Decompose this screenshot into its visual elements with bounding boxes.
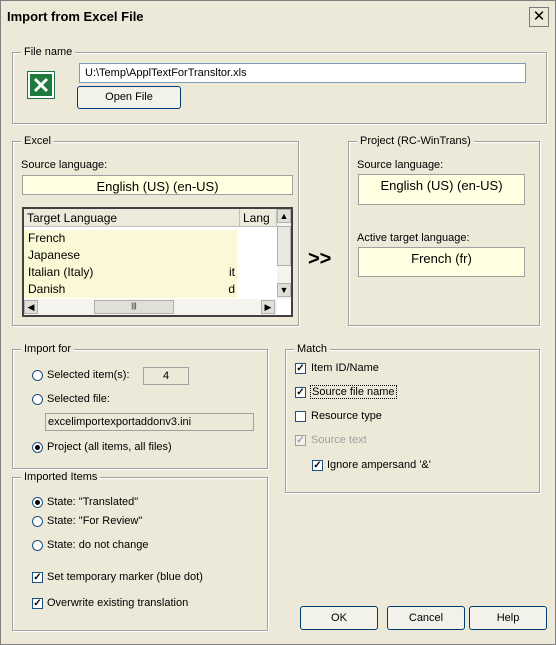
ignore-ampersand-label[interactable]: Ignore ampersand '&': [327, 459, 431, 471]
resource-type-checkbox[interactable]: [295, 411, 306, 422]
list-item[interactable]: French: [24, 230, 237, 247]
selected-items-radio[interactable]: [32, 370, 43, 381]
import-dialog: Import from Excel File ✕ File name U:\Te…: [0, 0, 556, 645]
item-id-label[interactable]: Item ID/Name: [311, 362, 379, 374]
list-item-name: Danish: [28, 282, 66, 296]
list-item[interactable]: Danish d: [24, 281, 237, 298]
excel-source-language-label: Source language:: [21, 159, 108, 171]
state-translated-label[interactable]: State: "Translated": [47, 496, 138, 508]
open-file-button[interactable]: Open File: [77, 86, 181, 109]
selected-file-label[interactable]: Selected file:: [47, 393, 110, 405]
project-all-radio[interactable]: [32, 442, 43, 453]
ignore-ampersand-checkbox[interactable]: ✓: [312, 460, 323, 471]
list-item-name: French: [28, 231, 66, 245]
state-review-label[interactable]: State: "For Review": [47, 515, 142, 527]
close-button[interactable]: ✕: [529, 7, 549, 27]
project-all-label[interactable]: Project (all items, all files): [47, 441, 172, 453]
source-text-label: Source text: [311, 434, 367, 446]
source-file-label[interactable]: Source file name: [310, 385, 397, 399]
file-path-input[interactable]: U:\Temp\ApplTextForTransltor.xls: [79, 63, 526, 83]
temp-marker-checkbox[interactable]: ✓: [32, 572, 43, 583]
title-bar: Import from Excel File ✕: [1, 1, 555, 34]
state-review-radio[interactable]: [32, 516, 43, 527]
item-id-checkbox[interactable]: ✓: [295, 363, 306, 374]
imported-items-group-label: Imported Items: [21, 471, 101, 483]
import-for-group-label: Import for: [21, 343, 75, 355]
ok-button[interactable]: OK: [300, 606, 378, 630]
match-group-label: Match: [294, 343, 330, 355]
target-language-list[interactable]: Target Language Lang French Japanese Ita…: [22, 207, 293, 317]
scroll-right-icon[interactable]: ▶: [261, 300, 275, 314]
cancel-button[interactable]: Cancel: [387, 606, 465, 630]
list-item-name: Japanese: [28, 248, 81, 262]
window-title: Import from Excel File: [7, 9, 144, 24]
list-item-code: it: [229, 265, 235, 279]
source-file-checkbox[interactable]: ✓: [295, 387, 306, 398]
scroll-down-icon[interactable]: ▼: [277, 283, 291, 297]
column-header-language-code[interactable]: Lang: [240, 209, 277, 227]
active-target-language-value: French (fr): [358, 247, 525, 277]
scroll-left-icon[interactable]: ◀: [24, 300, 38, 314]
active-target-language-label: Active target language:: [357, 232, 470, 244]
list-item[interactable]: Italian (Italy) it: [24, 264, 237, 281]
project-group-label: Project (RC-WinTrans): [357, 135, 474, 147]
list-item[interactable]: Japanese: [24, 247, 237, 264]
selected-items-label[interactable]: Selected item(s):: [47, 369, 130, 381]
selected-items-count: 4: [143, 367, 189, 385]
state-nochange-label[interactable]: State: do not change: [47, 539, 149, 551]
horizontal-scrollbar[interactable]: ◀ ||| ▶: [24, 299, 277, 315]
state-nochange-radio[interactable]: [32, 540, 43, 551]
overwrite-checkbox[interactable]: ✓: [32, 598, 43, 609]
state-translated-radio[interactable]: [32, 497, 43, 508]
excel-source-language-value: English (US) (en-US): [22, 175, 293, 195]
list-item-code: d: [228, 282, 235, 296]
resource-type-label[interactable]: Resource type: [311, 410, 382, 422]
help-button[interactable]: Help: [469, 606, 547, 630]
vertical-scrollbar[interactable]: ▲ ▼: [277, 209, 291, 299]
excel-file-icon: [27, 71, 55, 99]
radio-selected-dot: [35, 500, 40, 505]
scroll-thumb[interactable]: [277, 226, 291, 266]
scroll-thumb-horizontal[interactable]: |||: [94, 300, 174, 314]
temp-marker-label[interactable]: Set temporary marker (blue dot): [47, 571, 203, 583]
overwrite-label[interactable]: Overwrite existing translation: [47, 597, 188, 609]
project-source-language-label: Source language:: [357, 159, 444, 171]
source-text-checkbox: ✓: [295, 435, 306, 446]
radio-selected-dot: [35, 445, 40, 450]
list-item-name: Italian (Italy): [28, 265, 94, 279]
file-name-group-label: File name: [21, 46, 76, 58]
project-source-language-value: English (US) (en-US): [358, 174, 525, 205]
transfer-arrows: >>: [308, 248, 332, 270]
column-header-target-language[interactable]: Target Language: [24, 209, 240, 227]
scroll-up-icon[interactable]: ▲: [277, 209, 291, 223]
excel-group-label: Excel: [21, 135, 54, 147]
selected-file-radio[interactable]: [32, 394, 43, 405]
selected-file-value: excelimportexportaddonv3.ini: [45, 413, 254, 431]
